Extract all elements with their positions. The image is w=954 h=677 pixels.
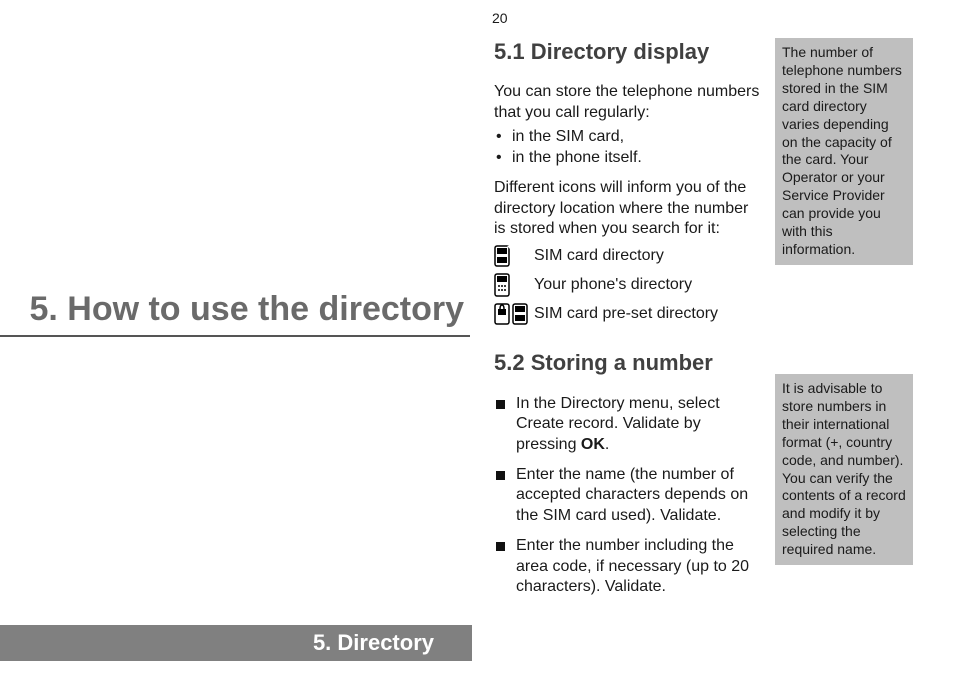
icons-intro-paragraph: Different icons will inform you of the d… xyxy=(494,178,762,239)
step-text: In the Directory menu, select Create rec… xyxy=(516,395,720,453)
icon-row-preset: SIM card pre-set directory xyxy=(494,303,762,325)
step-text-post: . xyxy=(605,436,609,453)
side-note-sim-capacity: The number of telephone numbers stored i… xyxy=(775,38,913,265)
step-text: Enter the name (the number of accepted c… xyxy=(516,466,748,524)
step-text: Enter the number including the area code… xyxy=(516,537,749,595)
phone-directory-label: Your phone's directory xyxy=(534,275,762,295)
chapter-title-block: 5. How to use the directory xyxy=(0,290,470,337)
steps-list: In the Directory menu, select Create rec… xyxy=(494,394,762,598)
list-item: in the phone itself. xyxy=(494,148,762,168)
list-item: Enter the name (the number of accepted c… xyxy=(494,465,762,526)
icon-row-sim: SIM card directory xyxy=(494,245,762,267)
storage-bullet-list: in the SIM card, in the phone itself. xyxy=(494,127,762,168)
footer-label: 5. Directory xyxy=(313,630,434,656)
list-item: Enter the number including the area code… xyxy=(494,536,762,597)
side-note-international-format: It is advisable to store numbers in thei… xyxy=(775,374,913,565)
section-5-1-heading: 5.1 Directory display xyxy=(494,38,762,66)
preset-sim-icon xyxy=(494,303,534,325)
sim-card-label: SIM card directory xyxy=(534,246,762,266)
main-column: 5.1 Directory display You can store the … xyxy=(494,38,762,608)
sim-card-icon xyxy=(494,245,534,267)
footer-bar: 5. Directory xyxy=(0,625,472,661)
page-number: 20 xyxy=(492,10,508,26)
preset-sim-label: SIM card pre-set directory xyxy=(534,304,762,324)
ok-key-label: OK xyxy=(581,436,605,453)
phone-icon xyxy=(494,273,534,297)
section-5-2: 5.2 Storing a number In the Directory me… xyxy=(494,349,762,597)
section-5-2-heading: 5.2 Storing a number xyxy=(494,349,762,377)
section-5-1-intro: You can store the telephone numbers that… xyxy=(494,82,762,123)
list-item: in the SIM card, xyxy=(494,127,762,147)
icon-row-phone: Your phone's directory xyxy=(494,273,762,297)
list-item: In the Directory menu, select Create rec… xyxy=(494,394,762,455)
chapter-title: 5. How to use the directory xyxy=(0,290,470,335)
